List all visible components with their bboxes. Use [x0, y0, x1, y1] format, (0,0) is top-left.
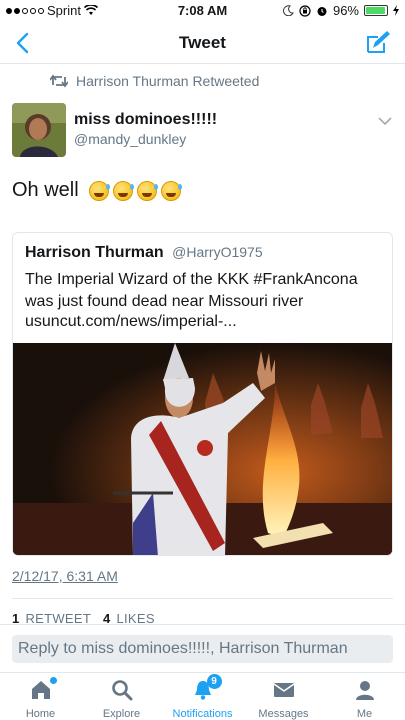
nav-bar: Tweet: [0, 22, 405, 64]
author-handle[interactable]: @mandy_dunkley: [74, 131, 186, 147]
quoted-tweet-image[interactable]: [13, 343, 392, 555]
tab-messages[interactable]: Messages: [243, 673, 324, 720]
battery-percent: 96%: [332, 3, 359, 18]
tab-label: Explore: [102, 708, 141, 720]
retweet-icon: [50, 74, 68, 88]
quoted-author-name: Harrison Thurman: [25, 244, 164, 261]
search-icon: [111, 680, 132, 701]
envelope-icon: [273, 683, 294, 697]
author-name[interactable]: miss dominoes!!!!!: [74, 111, 217, 129]
sweat-smile-emoji-icon: [160, 180, 182, 201]
tweet-text: Oh well: [12, 179, 182, 202]
person-icon: [355, 681, 374, 700]
tab-notifications[interactable]: 9 Notifications: [162, 673, 243, 720]
chevron-down-icon[interactable]: [377, 113, 393, 129]
status-bar: Sprint 7:08 AM 96%: [0, 0, 405, 22]
sweat-smile-emoji-icon: [136, 180, 158, 201]
sweat-smile-emoji-icon: [88, 180, 110, 201]
avatar[interactable]: [12, 103, 66, 157]
quoted-tweet-text: The Imperial Wizard of the KKK #FrankAnc…: [25, 271, 358, 310]
tab-home[interactable]: Home: [0, 673, 81, 720]
tab-explore[interactable]: Explore: [81, 673, 162, 720]
charging-icon: [393, 5, 399, 16]
tab-bar: Home Explore 9 Notifications Messages Me: [0, 672, 405, 720]
alarm-icon: [317, 6, 327, 16]
retweet-header-text: Harrison Thurman Retweeted: [76, 73, 260, 89]
new-content-dot: [49, 677, 57, 684]
reply-bar: Reply to miss dominoes!!!!!, Harrison Th…: [0, 624, 405, 672]
tweet-text-body: Oh well: [12, 179, 79, 201]
status-right: 96%: [283, 3, 399, 18]
sweat-smile-emoji-icon: [112, 180, 134, 201]
rotation-lock-icon: [299, 4, 311, 17]
quoted-author-handle: @HarryO1975: [172, 244, 263, 260]
retweet-header[interactable]: Harrison Thurman Retweeted: [50, 73, 259, 89]
tab-me[interactable]: Me: [324, 673, 405, 720]
divider: [12, 598, 393, 599]
tab-label: Me: [356, 708, 373, 720]
battery-icon: [364, 5, 388, 16]
tab-label: Home: [25, 708, 56, 720]
page-title: Tweet: [179, 33, 226, 52]
tab-label: Messages: [258, 708, 309, 720]
compose-tweet-button[interactable]: [363, 28, 393, 58]
quoted-tweet-link[interactable]: usuncut.com/news/imperial-...: [25, 313, 237, 331]
reply-input[interactable]: Reply to miss dominoes!!!!!, Harrison Th…: [12, 635, 393, 663]
quoted-tweet[interactable]: Harrison Thurman @HarryO1975 The Imperia…: [12, 232, 393, 556]
home-icon: [31, 681, 50, 699]
quoted-tweet-header: Harrison Thurman @HarryO1975: [25, 244, 263, 262]
tweet-timestamp[interactable]: 2/12/17, 6:31 AM: [12, 568, 118, 584]
moon-icon: [283, 5, 294, 16]
notification-badge: 9: [206, 674, 222, 689]
tab-label: Notifications: [172, 708, 233, 720]
